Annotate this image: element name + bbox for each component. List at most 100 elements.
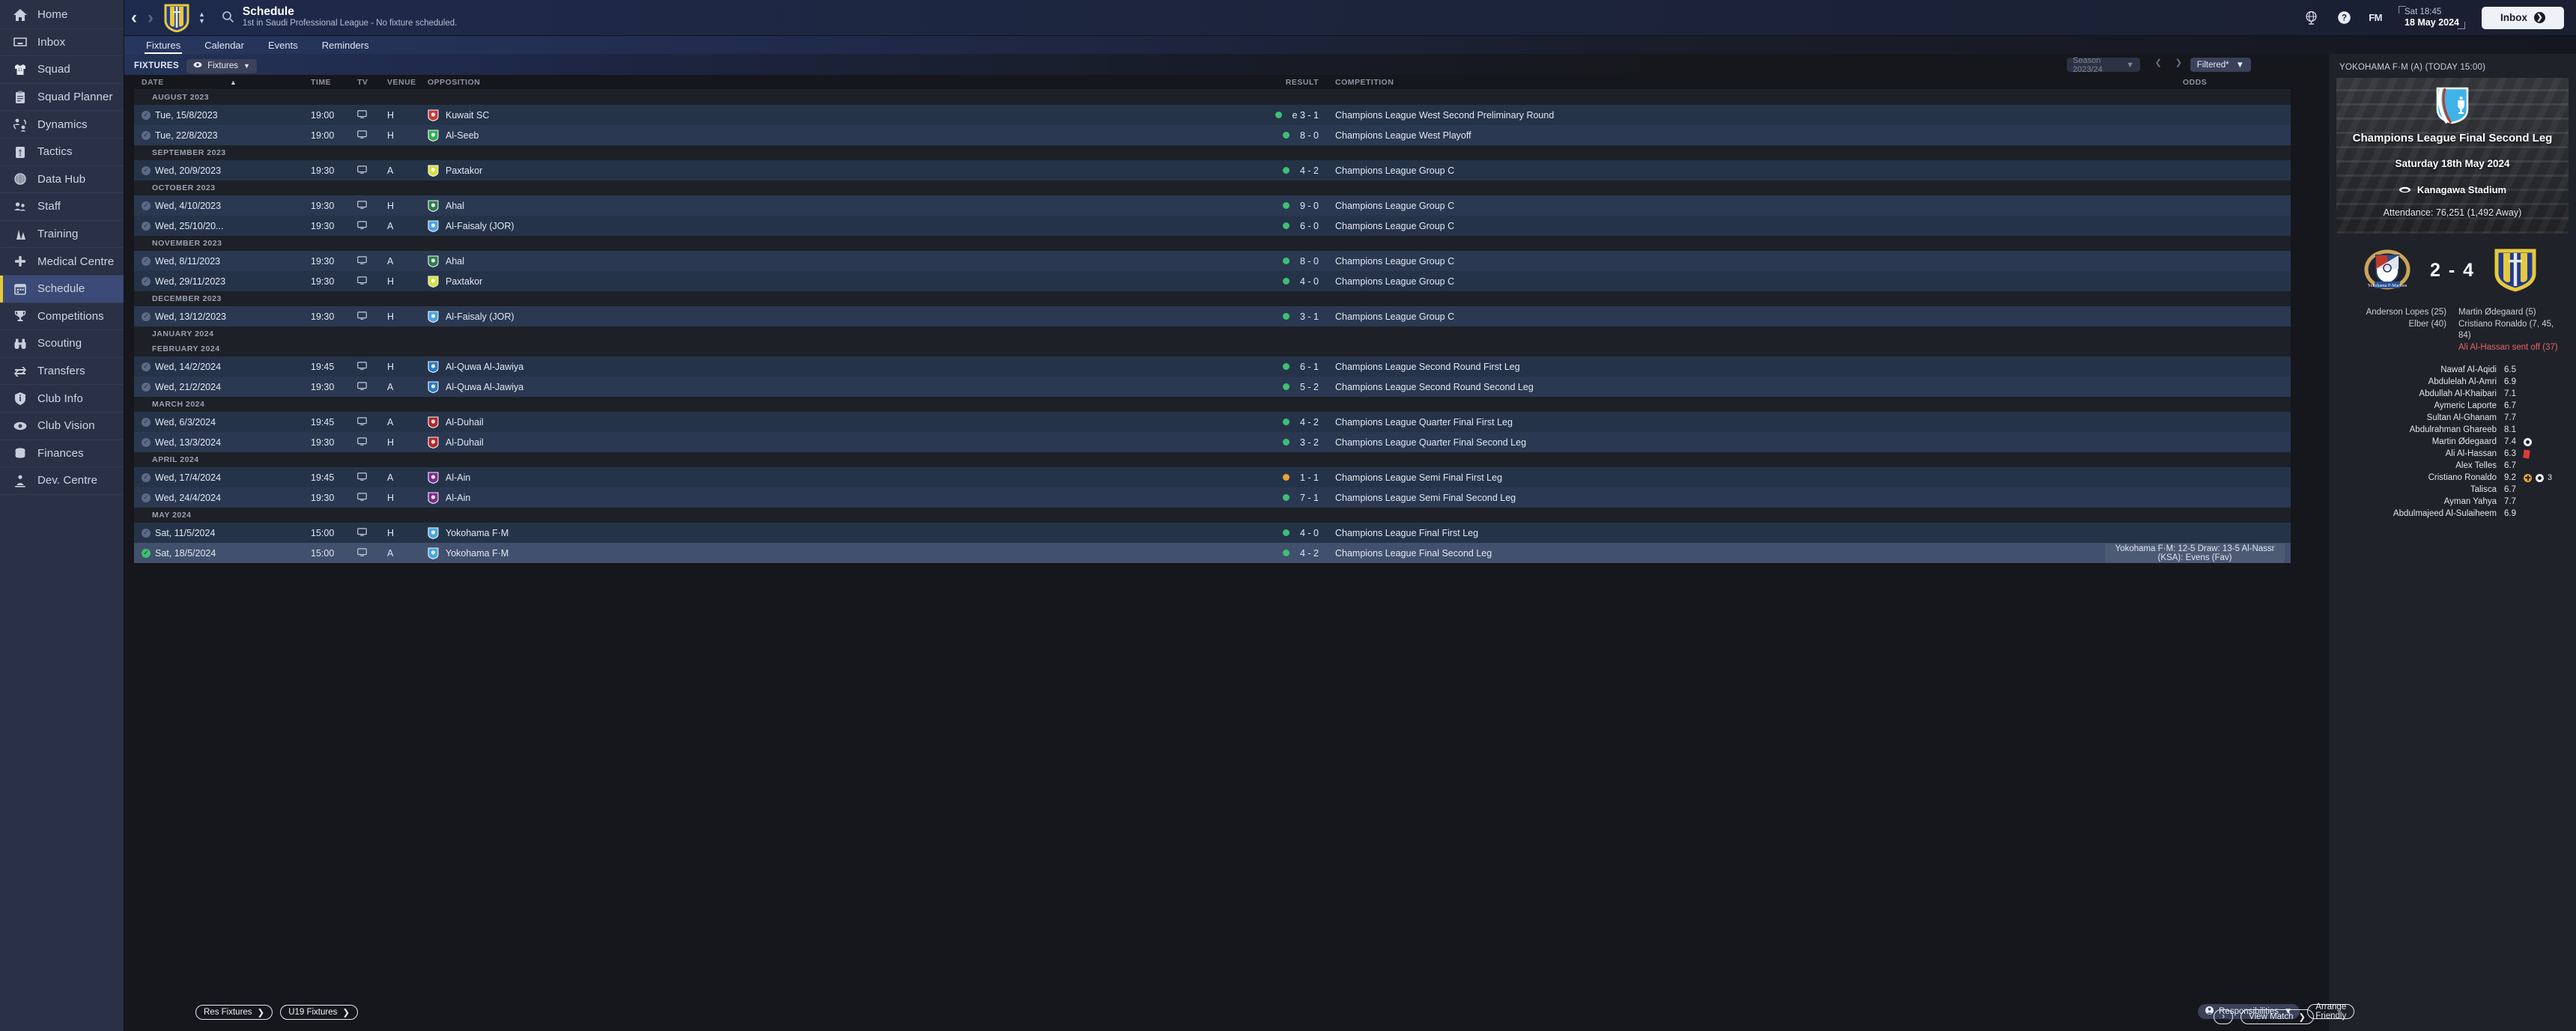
player-rating-row[interactable]: Aymeric Laporte 6.7 — [2336, 400, 2569, 412]
res-fixtures-label: Res Fixtures — [204, 1008, 252, 1017]
table-row[interactable]: ✓ Sat, 11/5/2024 15:00 H Yokohama F·M 4 - 0 Ch… — [134, 523, 2291, 543]
sidebar-item-data-hub[interactable]: Data Hub — [0, 166, 124, 194]
sidebar-item-dev-centre[interactable]: Dev. Centre — [0, 467, 124, 495]
next-page-icon[interactable]: ❯ — [2175, 58, 2182, 67]
arrange-friendly-button[interactable]: Arrange Friendly — [2307, 1003, 2355, 1021]
help-icon[interactable]: ? — [2336, 10, 2352, 26]
forward-icon[interactable]: › — [148, 8, 154, 27]
table-row[interactable]: ✓ Wed, 25/10/20... 19:30 A Al-Faisaly (JOR) 6… — [134, 216, 2291, 236]
col-opposition[interactable]: OPPOSITION — [428, 78, 1274, 87]
sidebar-item-training[interactable]: Training — [0, 221, 124, 249]
sidebar-item-home[interactable]: Home — [0, 1, 124, 29]
club-crest-icon[interactable] — [164, 4, 189, 33]
table-row[interactable]: ✓ Wed, 13/3/2024 19:30 H Al-Duhail 3 - 2 Champ… — [134, 432, 2291, 452]
col-tv[interactable]: TV — [357, 78, 387, 87]
player-rating-row[interactable]: Ayman Yahya 7.7 — [2336, 496, 2569, 508]
search-input[interactable]: Schedule 1st in Saudi Professional Leagu… — [222, 6, 2303, 29]
table-row[interactable]: ✓ Sat, 18/5/2024 15:00 A Yokohama F·M 4 - 2 Ch… — [134, 543, 2291, 563]
fixtures-view-dropdown[interactable]: Fixtures ▼ — [186, 58, 257, 73]
played-tick-icon: ✓ — [142, 110, 151, 120]
fixture-venue: H — [387, 361, 395, 372]
player-rating-row[interactable]: Abdulelah Al-Amri 6.9 — [2336, 376, 2569, 388]
col-venue[interactable]: VENUE — [387, 78, 428, 87]
sidebar-item-schedule[interactable]: Schedule — [0, 275, 124, 303]
col-date[interactable]: DATE — [134, 78, 230, 87]
player-rating-row[interactable]: Martin Ødegaard 7.4 — [2336, 436, 2569, 448]
view-match-button[interactable]: View Match ❯ — [2241, 1009, 2314, 1024]
opposition-crest-icon — [428, 436, 439, 448]
opposition-crest-icon — [428, 491, 439, 504]
table-row[interactable]: ✓ Wed, 29/11/2023 19:30 H Paxtakor 4 - 0 Champ… — [134, 271, 2291, 291]
fixture-result: 5 - 2 — [1299, 381, 1319, 392]
player-rating-row[interactable]: Ali Al-Hassan 6.3 — [2336, 448, 2569, 460]
tab-events[interactable]: Events — [256, 40, 310, 54]
sidebar-item-tactics[interactable]: Tactics — [0, 139, 124, 166]
inbox-continue-button[interactable]: Inbox ❯ — [2482, 6, 2564, 29]
prev-page-icon[interactable]: ❮ — [2155, 58, 2162, 67]
result-status-dot — [1282, 439, 1289, 445]
sidebar-item-staff[interactable]: Staff — [0, 193, 124, 221]
res-fixtures-button[interactable]: Res Fixtures ❯ — [195, 1005, 273, 1020]
transfer-arrows-icon — [12, 363, 28, 380]
season-label: Season 2023/24 — [2073, 55, 2103, 74]
player-rating-row[interactable]: Abdulmajeed Al-Sulaiheem 6.9 — [2336, 508, 2569, 520]
table-row[interactable]: ✓ Wed, 17/4/2024 19:45 A Al-Ain 1 - 1 Champion… — [134, 467, 2291, 487]
sidebar-item-finances[interactable]: Finances — [0, 440, 124, 468]
player-rating-row[interactable]: Sultan Al-Ghanam 7.7 — [2336, 412, 2569, 424]
advance-button[interactable]: › — [2214, 1009, 2234, 1024]
fixture-result: e 3 - 1 — [1292, 109, 1319, 121]
table-row[interactable]: ✓ Wed, 6/3/2024 19:45 A Al-Duhail 4 - 2 Champi… — [134, 412, 2291, 432]
sidebar-item-inbox[interactable]: Inbox — [0, 29, 124, 57]
sidebar-item-transfers[interactable]: Transfers — [0, 358, 124, 386]
player-rating-row[interactable]: Alex Telles 6.7 — [2336, 460, 2569, 472]
sidebar-item-dynamics[interactable]: Dynamics — [0, 111, 124, 139]
fixture-result-cell: e 3 - 1 — [1274, 110, 1319, 121]
col-result[interactable]: RESULT — [1274, 78, 1319, 87]
sidebar-item-medical-centre[interactable]: Medical Centre — [0, 248, 124, 276]
table-row[interactable]: ✓ Wed, 20/9/2023 19:30 A Paxtakor 4 - 2 Champi… — [134, 160, 2291, 180]
sidebar-item-squad-planner[interactable]: Squad Planner — [0, 84, 124, 112]
match-panel-header: YOKOHAMA F·M (A) (TODAY 15:00) — [2339, 63, 2486, 72]
table-row[interactable]: ✓ Wed, 4/10/2023 19:30 H Ahal 9 - 0 Champions … — [134, 195, 2291, 216]
fixture-opposition-cell: Al-Quwa Al-Jawiya — [428, 380, 1274, 393]
table-row[interactable]: ✓ Wed, 24/4/2024 19:30 H Al-Ain 7 - 1 Champion… — [134, 487, 2291, 508]
fixture-opposition-cell: Al-Quwa Al-Jawiya — [428, 360, 1274, 373]
player-rating: 6.7 — [2504, 461, 2516, 470]
table-row[interactable]: ✓ Tue, 22/8/2023 19:00 H Al-Seeb 8 - 0 Champio… — [134, 125, 2291, 145]
tv-icon — [357, 220, 387, 232]
table-row[interactable]: ✓ Wed, 13/12/2023 19:30 H Al-Faisaly (JOR) 3 … — [134, 306, 2291, 326]
fixture-result: 9 - 0 — [1299, 200, 1319, 211]
sidebar-item-scouting[interactable]: Scouting — [0, 330, 124, 358]
sphere-icon — [12, 171, 28, 187]
table-row[interactable]: ✓ Tue, 15/8/2023 19:00 H Kuwait SC e 3 - 1 Cha… — [134, 105, 2291, 125]
table-row[interactable]: ✓ Wed, 14/2/2024 19:45 H Al-Quwa Al-Jawiya 6 … — [134, 356, 2291, 377]
sidebar-item-squad[interactable]: 11 Squad — [0, 56, 124, 84]
tab-reminders[interactable]: Reminders — [310, 40, 381, 54]
player-rating-row[interactable]: Talisca 6.7 — [2336, 484, 2569, 496]
tab-calendar[interactable]: Calendar — [192, 40, 256, 54]
fixture-time: 19:30 — [311, 200, 335, 211]
game-clock: Sat 18:45 18 May 2024 — [2399, 4, 2465, 31]
table-row[interactable]: ✓ Wed, 21/2/2024 19:30 A Al-Quwa Al-Jawiya 5 … — [134, 377, 2291, 397]
player-rating-row[interactable]: Nawaf Al-Aqidi 6.5 — [2336, 364, 2569, 376]
sidebar-item-club-vision[interactable]: Club Vision — [0, 413, 124, 440]
season-dropdown[interactable]: Season 2023/24 ▼ — [2067, 55, 2140, 74]
player-rating-row[interactable]: Abdulrahman Ghareeb 8.1 — [2336, 424, 2569, 436]
sidebar-item-club-info[interactable]: Club Info — [0, 385, 124, 413]
col-odds[interactable]: ODDS — [2105, 78, 2285, 87]
tab-fixtures[interactable]: Fixtures — [134, 40, 192, 54]
crest-switcher[interactable]: ▲ ▼ — [198, 10, 205, 25]
back-icon[interactable]: ‹ — [131, 8, 137, 27]
filter-button[interactable]: Filtered* ▼ — [2190, 58, 2251, 72]
u19-fixtures-button[interactable]: U19 Fixtures ❯ — [280, 1005, 359, 1020]
footer-bar: Res Fixtures ❯ U19 Fixtures ❯ Responsibi… — [124, 994, 2355, 1031]
player-rating-row[interactable]: Abdullah Al-Khaibari 7.1 — [2336, 388, 2569, 400]
globe-icon[interactable] — [2303, 10, 2319, 26]
player-rating-row[interactable]: Cristiano Ronaldo 9.2 3 — [2336, 472, 2569, 484]
sidebar-item-competitions[interactable]: Competitions — [0, 303, 124, 331]
month-label: JANUARY 2024 — [152, 329, 214, 338]
table-row[interactable]: ✓ Wed, 8/11/2023 19:30 A Ahal 8 - 0 Champions … — [134, 251, 2291, 271]
col-competition[interactable]: COMPETITION — [1319, 78, 2105, 87]
col-time[interactable]: TIME — [311, 78, 357, 87]
player-name: Sultan Al-Ghanam — [2426, 413, 2497, 422]
